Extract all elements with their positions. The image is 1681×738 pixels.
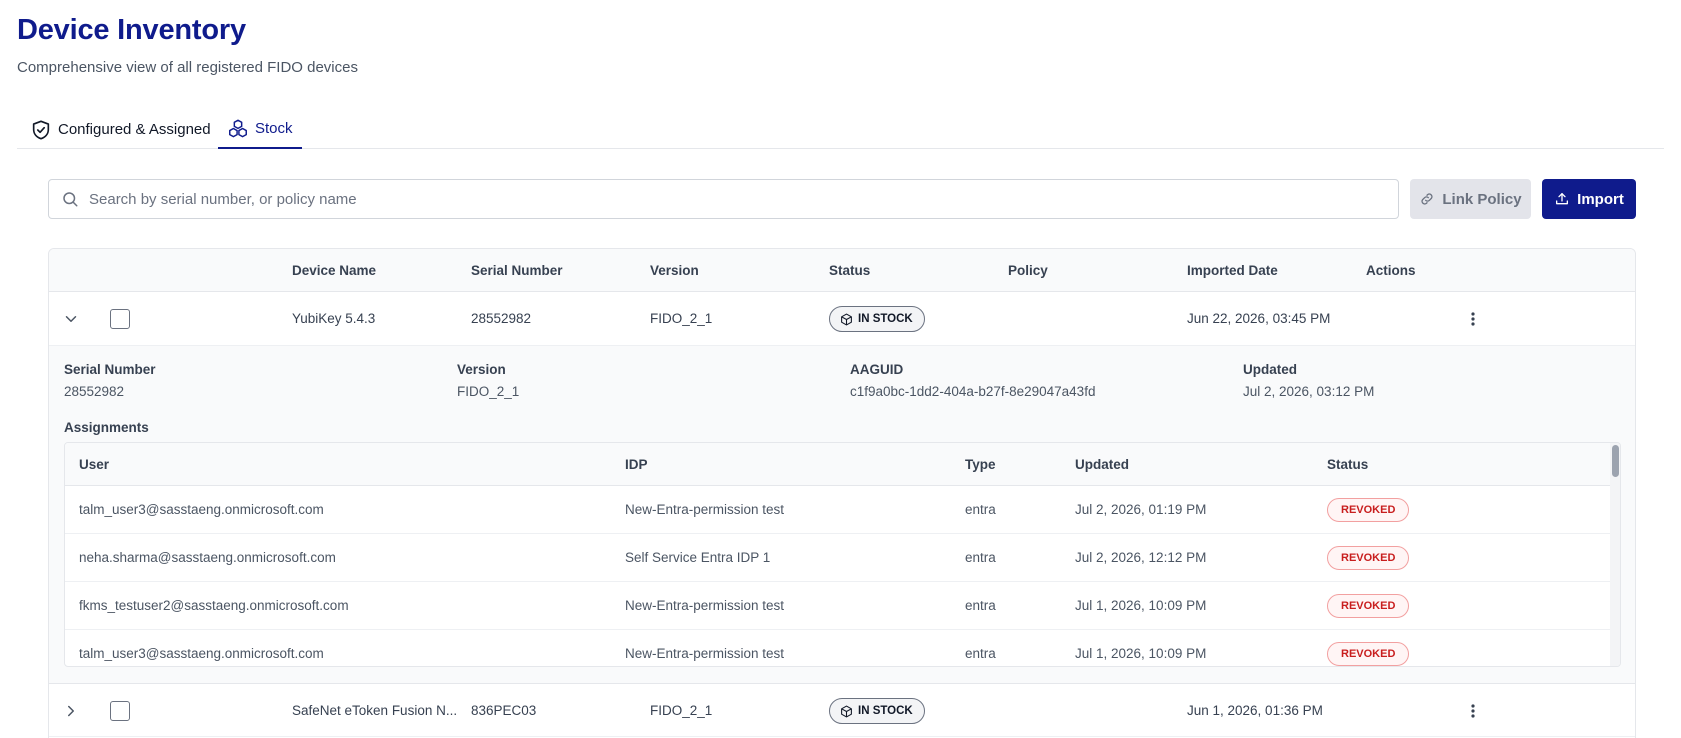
status-badge: REVOKED bbox=[1327, 498, 1410, 522]
column-header[interactable]: Policy bbox=[1008, 249, 1048, 292]
assignment-idp: Self Service Entra IDP 1 bbox=[625, 550, 771, 565]
assignment-type: entra bbox=[965, 502, 996, 517]
table-row[interactable]: fkms_testuser2@sasstaeng.onmicrosoft.com… bbox=[65, 582, 1611, 630]
assignments-title: Assignments bbox=[64, 420, 149, 435]
tab-stock[interactable]: Stock bbox=[218, 110, 302, 149]
search-box bbox=[48, 179, 1399, 219]
detail-value: 28552982 bbox=[64, 384, 125, 399]
assignment-idp: New-Entra-permission test bbox=[625, 598, 785, 613]
serial-number: 28552982 bbox=[471, 311, 532, 326]
search-input[interactable] bbox=[89, 190, 1386, 208]
column-header: Status bbox=[1327, 457, 1369, 472]
upload-icon bbox=[1556, 193, 1569, 205]
device-name: SafeNet eToken Fusion N... bbox=[292, 703, 457, 718]
boxes-icon bbox=[229, 119, 247, 137]
status-badge: REVOKED bbox=[1327, 642, 1410, 666]
box-icon bbox=[841, 313, 852, 325]
assignment-type: entra bbox=[965, 646, 996, 661]
assignment-type: entra bbox=[965, 598, 996, 613]
column-header[interactable]: Device Name bbox=[292, 249, 376, 292]
assignment-type: entra bbox=[965, 550, 996, 565]
detail-label: Version bbox=[457, 362, 506, 377]
column-header[interactable]: Status bbox=[829, 249, 870, 292]
assignment-idp: New-Entra-permission test bbox=[625, 502, 785, 517]
tab-configured-label: Configured & Assigned bbox=[58, 121, 211, 138]
device-table: Device Name Serial Number Version Status… bbox=[48, 248, 1636, 738]
scrollbar-thumb[interactable] bbox=[1612, 445, 1619, 477]
detail-label: Updated bbox=[1243, 362, 1297, 377]
device-details: Serial Number 28552982 Version FIDO_2_1 … bbox=[49, 346, 1635, 683]
table-header: Device Name Serial Number Version Status… bbox=[49, 249, 1635, 292]
assignment-user: fkms_testuser2@sasstaeng.onmicrosoft.com bbox=[79, 598, 349, 613]
row-actions-button[interactable] bbox=[1463, 309, 1483, 329]
scrollbar[interactable] bbox=[1610, 443, 1620, 666]
assignments-table: User IDP Type Updated Status talm_user3@… bbox=[64, 442, 1621, 667]
table-row[interactable]: SafeNet eToken Fusion N... 836PEC03 FIDO… bbox=[49, 683, 1635, 737]
column-header: Actions bbox=[1366, 263, 1416, 278]
serial-number: 836PEC03 bbox=[471, 703, 537, 718]
tab-stock-label: Stock bbox=[255, 120, 293, 137]
row-checkbox[interactable] bbox=[110, 309, 130, 329]
assignment-idp: New-Entra-permission test bbox=[625, 646, 785, 661]
status-badge: IN STOCK bbox=[829, 698, 925, 724]
detail-label: AAGUID bbox=[850, 362, 904, 377]
page-subtitle: Comprehensive view of all registered FID… bbox=[17, 59, 358, 76]
column-header[interactable]: Version bbox=[650, 249, 699, 292]
column-header: User bbox=[79, 457, 110, 472]
tab-bar: Configured & Assigned Stock bbox=[17, 110, 1664, 149]
status-badge: REVOKED bbox=[1327, 546, 1410, 570]
assignment-user: neha.sharma@sasstaeng.onmicrosoft.com bbox=[79, 550, 336, 565]
imported-date: Jun 1, 2026, 01:36 PM bbox=[1187, 703, 1323, 718]
link-policy-label: Link Policy bbox=[1442, 190, 1522, 208]
status-badge: REVOKED bbox=[1327, 594, 1410, 618]
column-header: Updated bbox=[1075, 457, 1129, 472]
table-row[interactable]: talm_user3@sasstaeng.onmicrosoft.com New… bbox=[65, 486, 1611, 534]
version: FIDO_2_1 bbox=[650, 703, 713, 718]
column-header: Type bbox=[965, 457, 996, 472]
box-icon bbox=[841, 705, 852, 717]
page-title: Device Inventory bbox=[17, 14, 246, 46]
imported-date: Jun 22, 2026, 03:45 PM bbox=[1187, 311, 1331, 326]
assignment-user: talm_user3@sasstaeng.onmicrosoft.com bbox=[79, 646, 324, 661]
column-header[interactable]: Serial Number bbox=[471, 249, 563, 292]
assignments-header: User IDP Type Updated Status bbox=[65, 443, 1611, 486]
row-actions-button[interactable] bbox=[1463, 701, 1483, 721]
device-name: YubiKey 5.4.3 bbox=[292, 311, 376, 326]
assignment-updated: Jul 1, 2026, 10:09 PM bbox=[1075, 646, 1207, 661]
chevron-right-icon[interactable] bbox=[62, 702, 80, 720]
detail-value: FIDO_2_1 bbox=[457, 384, 520, 399]
link-icon bbox=[1421, 193, 1433, 205]
import-button[interactable]: Import bbox=[1542, 179, 1636, 219]
table-row[interactable]: neha.sharma@sasstaeng.onmicrosoft.com Se… bbox=[65, 534, 1611, 582]
detail-label: Serial Number bbox=[64, 362, 156, 377]
column-header[interactable]: Imported Date bbox=[1187, 249, 1278, 292]
search-icon bbox=[63, 192, 78, 207]
detail-value: c1f9a0bc-1dd2-404a-b27f-8e29047a43fd bbox=[850, 384, 1096, 399]
status-label: IN STOCK bbox=[858, 313, 913, 325]
tab-configured-assigned[interactable]: Configured & Assigned bbox=[21, 110, 220, 149]
column-header: IDP bbox=[625, 457, 648, 472]
version: FIDO_2_1 bbox=[650, 311, 713, 326]
detail-value: Jul 2, 2026, 03:12 PM bbox=[1243, 384, 1375, 399]
table-row[interactable]: YubiKey 5.4.3 28552982 FIDO_2_1 IN STOCK… bbox=[49, 292, 1635, 346]
assignment-updated: Jul 1, 2026, 10:09 PM bbox=[1075, 598, 1207, 613]
chevron-down-icon[interactable] bbox=[62, 310, 80, 328]
table-row[interactable]: talm_user3@sasstaeng.onmicrosoft.com New… bbox=[65, 630, 1611, 666]
status-badge: IN STOCK bbox=[829, 306, 925, 332]
assignment-updated: Jul 2, 2026, 01:19 PM bbox=[1075, 502, 1207, 517]
status-label: IN STOCK bbox=[858, 705, 913, 717]
more-vertical-icon bbox=[1471, 312, 1475, 326]
row-checkbox[interactable] bbox=[110, 701, 130, 721]
shield-check-icon bbox=[32, 119, 50, 140]
more-vertical-icon bbox=[1471, 704, 1475, 718]
link-policy-button[interactable]: Link Policy bbox=[1410, 179, 1531, 219]
assignment-updated: Jul 2, 2026, 12:12 PM bbox=[1075, 550, 1207, 565]
assignment-user: talm_user3@sasstaeng.onmicrosoft.com bbox=[79, 502, 324, 517]
import-label: Import bbox=[1577, 190, 1624, 208]
